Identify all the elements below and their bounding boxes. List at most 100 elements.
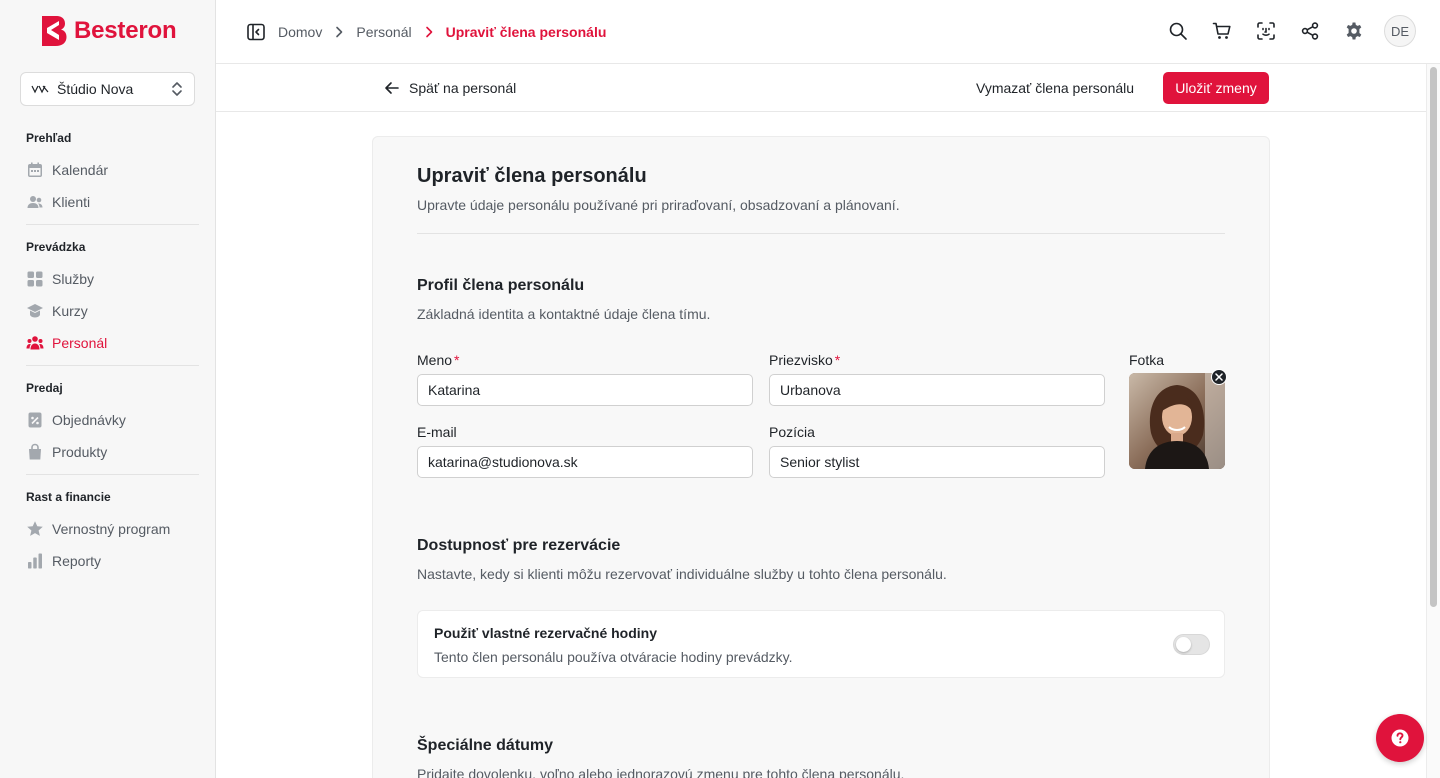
brand-logo[interactable]: Besteron [40, 14, 177, 48]
breadcrumb-current: Upraviť člena personálu [445, 24, 607, 40]
breadcrumb: Domov Personál Upraviť člena personálu [278, 22, 606, 42]
sidebar-item-label: Objednávky [52, 412, 126, 428]
calendar-icon [28, 162, 42, 177]
custom-hours-description: Tento člen personálu používa otváracie h… [434, 649, 793, 665]
brand-name: Besteron [74, 17, 177, 44]
star-icon [27, 521, 43, 536]
sidebar-item-courses[interactable]: Kurzy [0, 295, 216, 327]
email-input[interactable] [417, 446, 753, 478]
nav-heading: Rast a financie [26, 490, 111, 504]
availability-section-title: Dostupnosť pre rezervácie [417, 537, 621, 554]
nav-section-operations: Prevádzka Služby Kurzy Personál [0, 238, 216, 359]
page-subtitle: Upravte údaje personálu používané pri pr… [417, 197, 900, 213]
staff-photo[interactable] [1129, 373, 1225, 469]
top-actions: DE [1164, 15, 1416, 47]
sidebar-item-products[interactable]: Produkty [0, 436, 216, 468]
photo-label: Fotka [1129, 352, 1165, 368]
sidebar: Besteron Štúdio Nova Prehľad Kalendár Kl… [0, 0, 216, 778]
nav-section-growth: Rast a financie Vernostný program Report… [0, 488, 216, 577]
help-button[interactable] [1376, 714, 1424, 762]
users-icon [27, 196, 43, 208]
sidebar-item-label: Kalendár [52, 162, 109, 178]
profile-section-title: Profil člena personálu [417, 277, 585, 294]
user-avatar[interactable]: DE [1384, 15, 1416, 47]
grid-icon [27, 271, 43, 287]
page-title: Upraviť člena personálu [417, 165, 647, 187]
sidebar-item-clients[interactable]: Klienti [0, 186, 216, 218]
nav-divider [26, 224, 199, 225]
scan-button[interactable] [1252, 15, 1280, 47]
sidebar-item-label: Produkty [52, 444, 108, 460]
sidebar-item-label: Klienti [52, 194, 91, 210]
nav-heading: Prevádzka [26, 240, 86, 254]
custom-hours-toggle[interactable] [1173, 634, 1210, 655]
scrollbar[interactable] [1426, 64, 1440, 778]
search-button[interactable] [1164, 15, 1192, 47]
sidebar-item-label: Reporty [52, 553, 102, 569]
nav-divider [26, 474, 199, 475]
main-content: Upraviť člena personálu Upravte údaje pe… [216, 113, 1426, 778]
nav-divider [26, 365, 199, 366]
share-icon [1301, 22, 1319, 40]
email-label: E-mail [417, 424, 457, 440]
remove-photo-button[interactable] [1211, 369, 1227, 385]
divider [417, 233, 1225, 234]
position-label: Pozícia [769, 424, 815, 440]
sidebar-item-calendar[interactable]: Kalendár [0, 154, 216, 186]
special-dates-section-title: Špeciálne dátumy [417, 737, 554, 754]
sidebar-toggle-icon[interactable] [246, 22, 266, 42]
cart-button[interactable] [1208, 15, 1236, 47]
gear-icon [1346, 22, 1362, 40]
chevron-right-icon [425, 26, 432, 38]
back-link-label: Späť na personál [409, 80, 517, 96]
top-bar: Domov Personál Upraviť člena personálu D… [216, 0, 1440, 64]
required-mark: * [834, 352, 841, 368]
orders-icon [28, 412, 42, 428]
breadcrumb-staff[interactable]: Personál [356, 24, 411, 40]
action-bar: Späť na personál Vymazať člena personálu… [216, 64, 1426, 112]
team-icon [26, 336, 44, 350]
nav-section-overview: Prehľad Kalendár Klienti [0, 129, 216, 218]
last-name-input[interactable] [769, 374, 1105, 406]
edit-staff-card: Upraviť člena personálu Upravte údaje pe… [372, 136, 1270, 778]
help-icon [1391, 729, 1409, 747]
first-name-input[interactable] [417, 374, 753, 406]
besteron-logo-icon [42, 16, 67, 46]
breadcrumb-home[interactable]: Domov [278, 24, 322, 40]
custom-hours-title: Použiť vlastné rezervačné hodiny [434, 625, 658, 641]
share-button[interactable] [1296, 15, 1324, 47]
delete-staff-button[interactable]: Vymazať člena personálu [966, 72, 1144, 104]
arrow-left-icon [385, 82, 399, 94]
sidebar-item-staff[interactable]: Personál [0, 327, 216, 359]
studio-logo-icon [31, 85, 49, 94]
sidebar-item-reports[interactable]: Reporty [0, 545, 216, 577]
first-name-label: Meno * [417, 352, 460, 368]
sidebar-item-services[interactable]: Služby [0, 263, 216, 295]
sidebar-item-label: Služby [52, 271, 95, 287]
close-icon [1215, 373, 1223, 381]
chevron-right-icon [336, 26, 343, 38]
settings-button[interactable] [1340, 15, 1368, 47]
chevron-up-down-icon [172, 82, 182, 96]
cart-icon [1212, 22, 1231, 39]
studio-name: Štúdio Nova [57, 81, 134, 97]
scrollbar-thumb[interactable] [1430, 67, 1437, 607]
profile-section-subtitle: Základná identita a kontaktné údaje člen… [417, 306, 711, 322]
bar-chart-icon [28, 553, 42, 569]
position-input[interactable] [769, 446, 1105, 478]
sidebar-item-orders[interactable]: Objednávky [0, 404, 216, 436]
search-icon [1169, 22, 1187, 40]
sidebar-item-label: Vernostný program [52, 521, 171, 537]
required-mark: * [454, 352, 460, 368]
scan-face-icon [1257, 22, 1275, 40]
sidebar-item-loyalty[interactable]: Vernostný program [0, 513, 216, 545]
custom-hours-setting: Použiť vlastné rezervačné hodiny Tento č… [417, 610, 1225, 678]
studio-switcher[interactable]: Štúdio Nova [20, 72, 195, 106]
nav-heading: Predaj [26, 381, 63, 395]
nav-section-sales: Predaj Objednávky Produkty [0, 379, 216, 468]
sidebar-item-label: Kurzy [52, 303, 88, 319]
portrait-image [1129, 373, 1225, 469]
graduation-cap-icon [27, 304, 43, 318]
back-to-staff-link[interactable]: Späť na personál [384, 78, 516, 98]
save-button[interactable]: Uložiť zmeny [1163, 72, 1269, 104]
